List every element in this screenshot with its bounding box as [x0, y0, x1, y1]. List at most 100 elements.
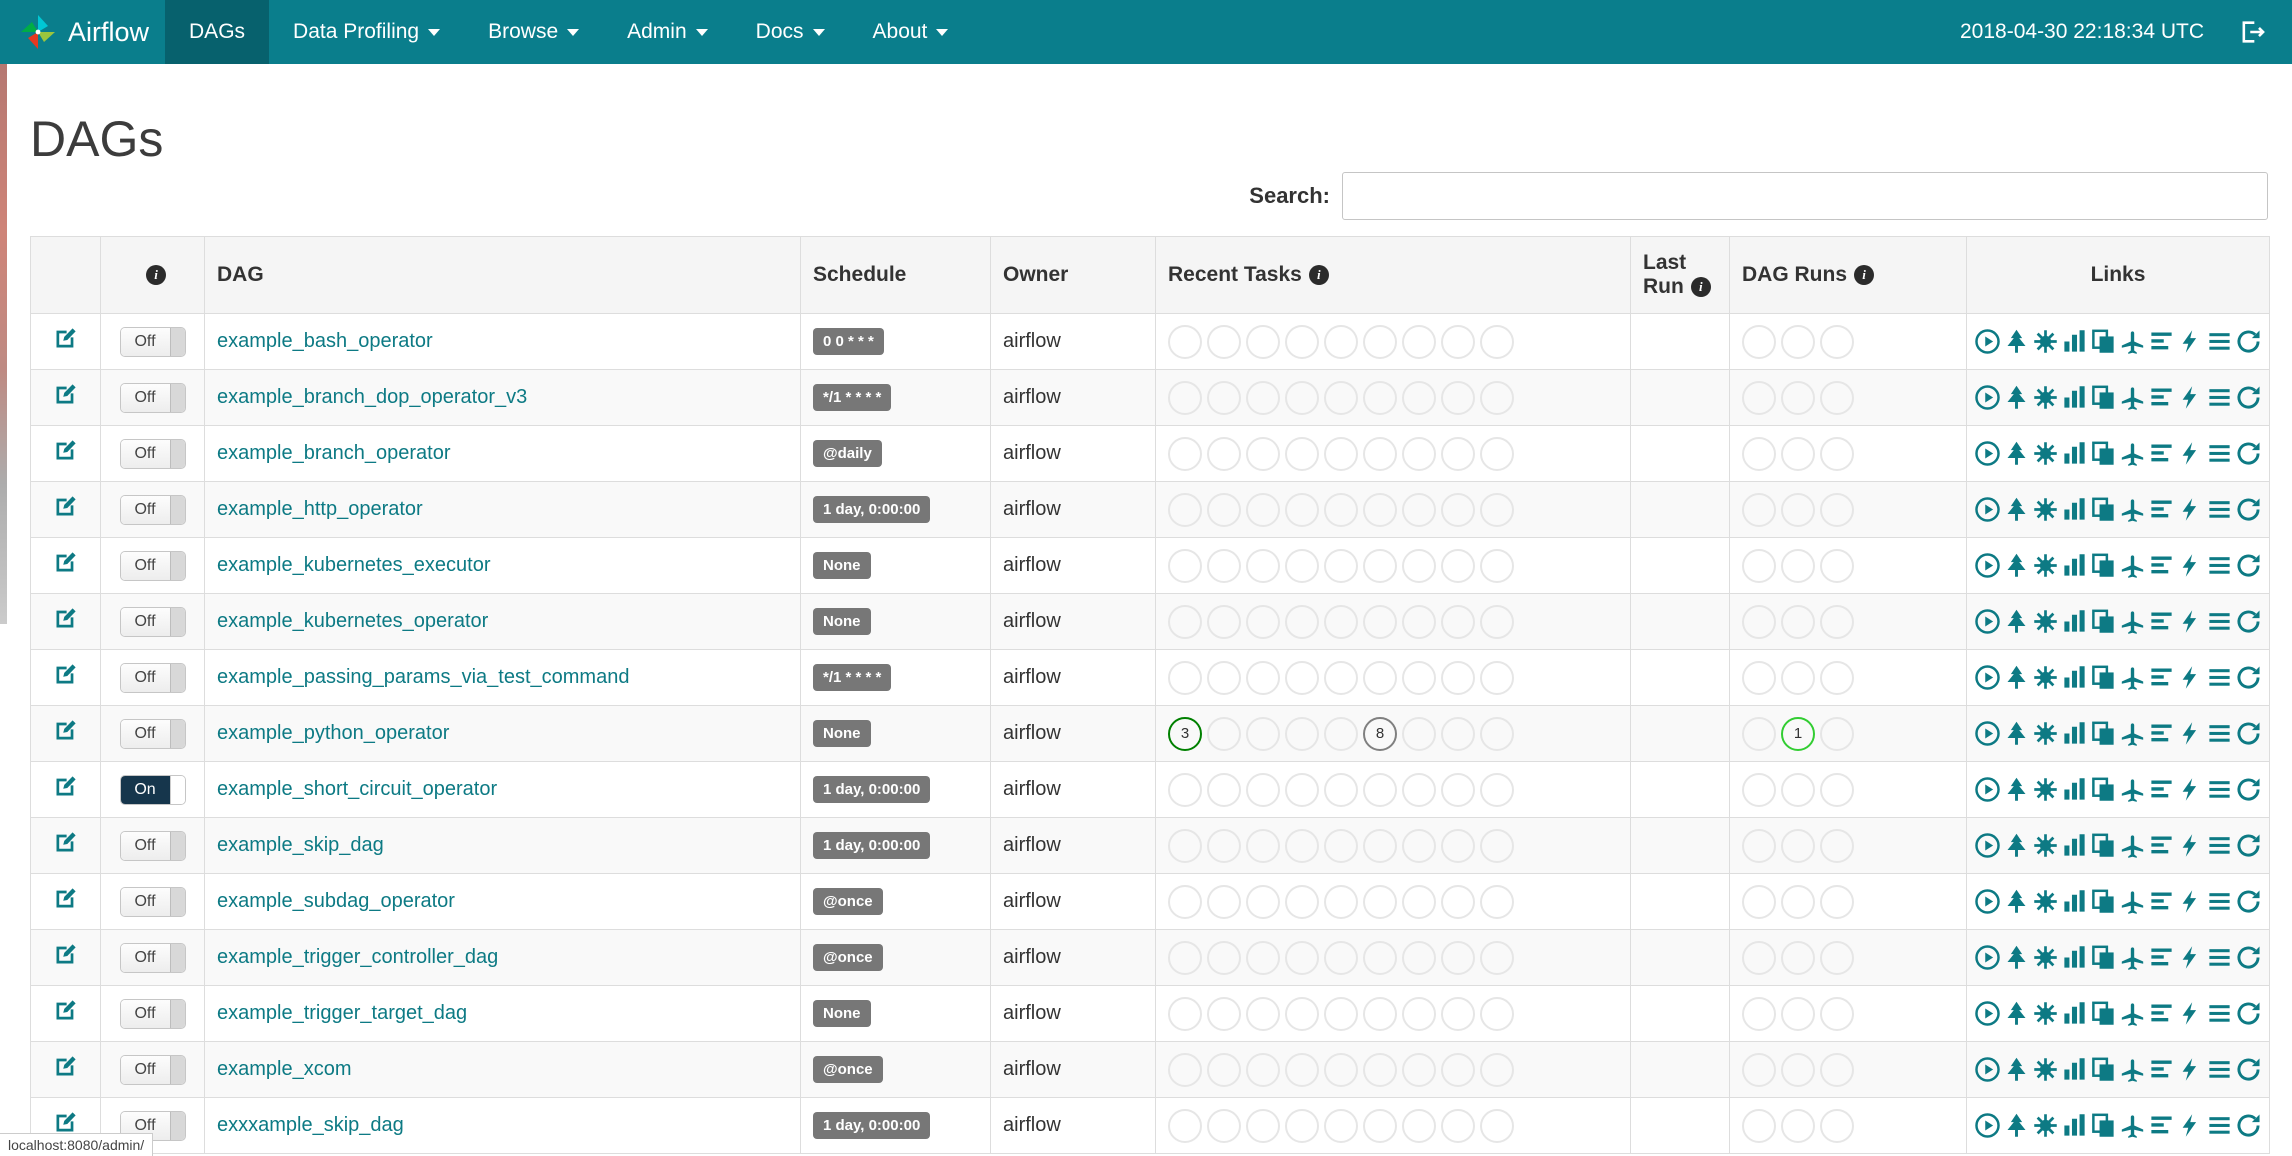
recent-task-circle[interactable] — [1324, 940, 1358, 975]
recent-task-circle[interactable] — [1363, 660, 1397, 695]
recent-task-circle[interactable] — [1246, 548, 1280, 583]
graph-view-icon[interactable] — [2032, 1056, 2059, 1083]
edit-dag-icon[interactable] — [52, 1109, 79, 1136]
dag-run-circle[interactable] — [1742, 660, 1776, 695]
gantt-view-icon[interactable] — [2148, 384, 2175, 411]
recent-task-circle[interactable] — [1480, 324, 1514, 359]
dag-run-circle[interactable] — [1742, 996, 1776, 1031]
recent-task-circle[interactable] — [1480, 716, 1514, 751]
graph-view-icon[interactable] — [2032, 328, 2059, 355]
recent-task-circle[interactable] — [1402, 716, 1436, 751]
graph-view-icon[interactable] — [2032, 888, 2059, 915]
task-tries-icon[interactable] — [2090, 888, 2117, 915]
recent-task-circle[interactable] — [1285, 772, 1319, 807]
task-tries-icon[interactable] — [2090, 496, 2117, 523]
recent-task-circle[interactable] — [1207, 324, 1241, 359]
tree-view-icon[interactable] — [2003, 1000, 2030, 1027]
dag-run-circle[interactable] — [1781, 772, 1815, 807]
log-icon[interactable] — [2206, 440, 2233, 467]
recent-task-circle[interactable] — [1324, 884, 1358, 919]
tree-view-icon[interactable] — [2003, 328, 2030, 355]
code-view-icon[interactable] — [2177, 440, 2204, 467]
recent-task-circle[interactable] — [1402, 492, 1436, 527]
dag-run-circle[interactable] — [1820, 604, 1854, 639]
recent-task-circle[interactable] — [1402, 548, 1436, 583]
recent-task-circle[interactable] — [1285, 884, 1319, 919]
recent-task-circle[interactable] — [1480, 380, 1514, 415]
trigger-dag-icon[interactable] — [1974, 664, 2001, 691]
recent-task-circle[interactable] — [1363, 380, 1397, 415]
edit-dag-icon[interactable] — [52, 661, 79, 688]
dag-run-circle[interactable] — [1742, 772, 1776, 807]
task-duration-icon[interactable] — [2061, 1112, 2088, 1139]
task-duration-icon[interactable] — [2061, 832, 2088, 859]
nav-item-data-profiling[interactable]: Data Profiling — [269, 0, 464, 64]
log-icon[interactable] — [2206, 720, 2233, 747]
refresh-icon[interactable] — [2235, 440, 2262, 467]
recent-task-circle[interactable] — [1285, 1108, 1319, 1143]
recent-task-circle[interactable] — [1285, 828, 1319, 863]
dag-run-circle[interactable] — [1820, 884, 1854, 919]
dag-link[interactable]: example_branch_dop_operator_v3 — [217, 386, 527, 408]
dag-run-circle[interactable] — [1742, 324, 1776, 359]
landing-times-icon[interactable] — [2119, 440, 2146, 467]
recent-task-circle[interactable] — [1363, 828, 1397, 863]
gantt-view-icon[interactable] — [2148, 1112, 2175, 1139]
dag-run-circle[interactable] — [1781, 492, 1815, 527]
recent-task-circle[interactable] — [1402, 604, 1436, 639]
recent-task-circle[interactable] — [1441, 996, 1475, 1031]
dag-pause-toggle[interactable]: Off — [119, 494, 186, 525]
task-tries-icon[interactable] — [2090, 664, 2117, 691]
recent-task-circle[interactable] — [1207, 548, 1241, 583]
landing-times-icon[interactable] — [2119, 664, 2146, 691]
trigger-dag-icon[interactable] — [1974, 440, 2001, 467]
trigger-dag-icon[interactable] — [1974, 1112, 2001, 1139]
landing-times-icon[interactable] — [2119, 776, 2146, 803]
code-view-icon[interactable] — [2177, 1056, 2204, 1083]
dag-run-circle[interactable] — [1781, 1108, 1815, 1143]
recent-task-circle[interactable] — [1324, 660, 1358, 695]
landing-times-icon[interactable] — [2119, 944, 2146, 971]
dag-run-circle[interactable] — [1781, 996, 1815, 1031]
recent-task-circle[interactable] — [1441, 660, 1475, 695]
gantt-view-icon[interactable] — [2148, 496, 2175, 523]
recent-task-circle[interactable] — [1246, 324, 1280, 359]
gantt-view-icon[interactable] — [2148, 720, 2175, 747]
graph-view-icon[interactable] — [2032, 496, 2059, 523]
log-icon[interactable] — [2206, 384, 2233, 411]
edit-dag-icon[interactable] — [52, 1053, 79, 1080]
dag-pause-toggle[interactable]: Off — [119, 550, 186, 581]
trigger-dag-icon[interactable] — [1974, 944, 2001, 971]
tree-view-icon[interactable] — [2003, 664, 2030, 691]
gantt-view-icon[interactable] — [2148, 328, 2175, 355]
dag-link[interactable]: example_skip_dag — [217, 834, 384, 856]
recent-task-circle[interactable] — [1246, 380, 1280, 415]
recent-task-circle[interactable] — [1246, 716, 1280, 751]
dag-run-circle[interactable] — [1742, 884, 1776, 919]
log-icon[interactable] — [2206, 1112, 2233, 1139]
tree-view-icon[interactable] — [2003, 608, 2030, 635]
edit-dag-icon[interactable] — [52, 773, 79, 800]
dag-run-circle[interactable] — [1820, 660, 1854, 695]
dag-run-circle[interactable] — [1742, 436, 1776, 471]
code-view-icon[interactable] — [2177, 496, 2204, 523]
landing-times-icon[interactable] — [2119, 608, 2146, 635]
recent-task-circle[interactable] — [1285, 548, 1319, 583]
graph-view-icon[interactable] — [2032, 720, 2059, 747]
refresh-icon[interactable] — [2235, 888, 2262, 915]
log-icon[interactable] — [2206, 496, 2233, 523]
trigger-dag-icon[interactable] — [1974, 328, 2001, 355]
task-tries-icon[interactable] — [2090, 1000, 2117, 1027]
landing-times-icon[interactable] — [2119, 1000, 2146, 1027]
code-view-icon[interactable] — [2177, 608, 2204, 635]
dag-pause-toggle[interactable]: Off — [119, 662, 186, 693]
recent-task-circle[interactable] — [1363, 772, 1397, 807]
recent-task-circle[interactable] — [1207, 828, 1241, 863]
recent-task-circle[interactable] — [1207, 436, 1241, 471]
log-icon[interactable] — [2206, 664, 2233, 691]
recent-task-circle[interactable] — [1285, 1052, 1319, 1087]
recent-task-circle[interactable] — [1363, 1052, 1397, 1087]
dag-link[interactable]: example_python_operator — [217, 722, 449, 744]
task-tries-icon[interactable] — [2090, 1056, 2117, 1083]
tree-view-icon[interactable] — [2003, 496, 2030, 523]
